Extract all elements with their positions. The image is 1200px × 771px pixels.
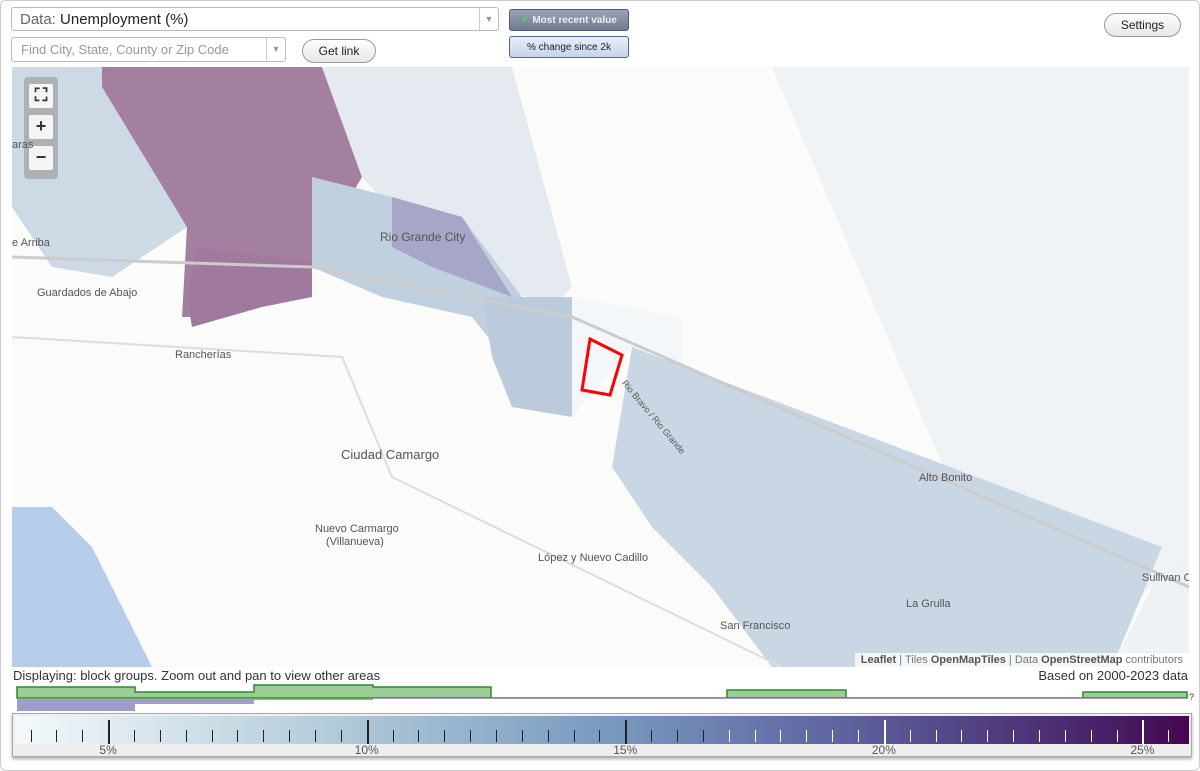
fit-bounds-button[interactable]: ⛶ <box>29 84 53 108</box>
legend-tick <box>521 730 523 742</box>
map[interactable]: ⛶ + − aras e Arriba Guardados de Abajo R… <box>12 67 1189 667</box>
legend-tick <box>832 730 834 742</box>
check-icon: ✔ <box>521 15 530 26</box>
legend-tick <box>30 730 32 742</box>
osm-link[interactable]: OpenStreetMap <box>1041 654 1122 666</box>
legend-tick <box>237 730 239 742</box>
map-label: Alto Bonito <box>919 472 973 484</box>
legend-tick <box>702 730 704 742</box>
legend-tick <box>185 730 187 742</box>
legend-tick <box>625 720 628 744</box>
get-link-button[interactable]: Get link <box>302 39 376 63</box>
legend-tick <box>263 730 265 742</box>
data-label: Data: <box>20 11 56 28</box>
legend-tick-label: 5% <box>99 743 117 757</box>
legend-tick <box>1039 730 1041 742</box>
chevron-down-icon[interactable]: ▼ <box>479 8 498 30</box>
legend-tick <box>1090 730 1092 742</box>
legend-tick <box>108 720 111 744</box>
legend-tick <box>987 730 989 742</box>
attr-text: contributors <box>1125 654 1183 666</box>
search-placeholder: Find City, State, County or Zip Code <box>21 42 229 57</box>
histogram-unknown-label: ? <box>1189 692 1194 702</box>
legend-tick <box>754 730 756 742</box>
legend-tick-label: 15% <box>613 743 638 757</box>
legend-gradient <box>15 716 1189 744</box>
legend-tick <box>573 730 575 742</box>
map-label: San Francisco <box>720 620 791 632</box>
legend-tick <box>444 730 446 742</box>
legend-tick <box>56 730 58 742</box>
legend-tick <box>1064 730 1066 742</box>
map-label: Sullivan C <box>1142 572 1189 584</box>
legend-tick <box>1013 730 1015 742</box>
histogram-green <box>16 684 1188 699</box>
color-legend: 5% 10% 15% 20% 25% <box>12 713 1192 757</box>
legend-tick <box>780 730 782 742</box>
legend-tick <box>547 730 549 742</box>
legend-tick-label: 10% <box>354 743 379 757</box>
zoom-control: ⛶ + − <box>24 77 58 179</box>
zoom-in-button[interactable]: + <box>29 115 53 139</box>
percent-change-button[interactable]: % change since 2k <box>509 36 629 58</box>
most-recent-value-button[interactable]: ✔ Most recent value <box>509 9 629 31</box>
map-label: Rancherías <box>175 349 232 361</box>
legend-tick <box>651 730 653 742</box>
legend-tick <box>858 730 859 742</box>
legend-tick <box>340 730 342 742</box>
legend-tick <box>1168 730 1170 742</box>
map-label: Guardados de Abajo <box>37 287 138 299</box>
legend-tick <box>676 730 678 742</box>
legend-tick <box>159 730 161 742</box>
map-label: Ciudad Camargo <box>341 447 440 462</box>
histogram: ? <box>16 684 1194 711</box>
legend-tick <box>728 730 730 742</box>
map-label: (Villanueva) <box>326 536 384 548</box>
legend-tick <box>883 720 886 744</box>
map-label: La Grulla <box>906 598 951 610</box>
data-value: Unemployment (%) <box>60 11 189 28</box>
legend-tick <box>935 730 937 742</box>
legend-tick <box>418 730 420 742</box>
map-label: Nuevo Carmargo <box>315 523 399 535</box>
legend-tick <box>133 730 135 742</box>
chevron-down-icon[interactable]: ▼ <box>266 38 285 61</box>
map-label: e Arriba <box>12 237 50 249</box>
histogram-purple <box>17 698 1187 711</box>
attr-text: Tiles <box>904 654 928 666</box>
based-on-text: Based on 2000-2023 data <box>1038 668 1188 683</box>
legend-tick <box>1116 730 1118 742</box>
legend-tick <box>392 730 394 742</box>
legend-tick-label: 20% <box>871 743 896 757</box>
map-label: Rio Grande City <box>380 230 466 244</box>
water-lake <box>12 507 152 667</box>
map-label: López y Nuevo Cadillo <box>538 552 649 564</box>
legend-tick <box>909 730 911 742</box>
leaflet-link[interactable]: Leaflet <box>861 654 896 666</box>
legend-tick <box>1142 720 1145 744</box>
legend-tick <box>806 730 808 742</box>
legend-tick <box>961 730 963 742</box>
openmaptiles-link[interactable]: OpenMapTiles <box>931 654 1006 666</box>
legend-tick <box>470 730 472 742</box>
map-layer <box>12 67 1189 667</box>
status-text: Displaying: block groups. Zoom out and p… <box>13 668 381 683</box>
most-recent-label: Most recent value <box>532 15 617 26</box>
attr-text: Data <box>1014 654 1039 666</box>
legend-tick <box>211 730 213 742</box>
legend-tick-label: 25% <box>1130 743 1155 757</box>
legend-tick <box>495 730 497 742</box>
data-select[interactable]: Data: Unemployment (%) ▼ <box>11 7 499 31</box>
legend-tick <box>314 730 316 742</box>
settings-button[interactable]: Settings <box>1104 13 1181 37</box>
legend-tick <box>82 730 84 742</box>
legend-tick <box>366 720 369 744</box>
search-input[interactable]: Find City, State, County or Zip Code ▼ <box>11 37 286 62</box>
attribution: Leaflet | Tiles OpenMapTiles | Data Open… <box>854 653 1189 667</box>
legend-tick <box>599 730 601 742</box>
map-label: aras <box>12 139 34 151</box>
legend-tick <box>289 730 291 742</box>
